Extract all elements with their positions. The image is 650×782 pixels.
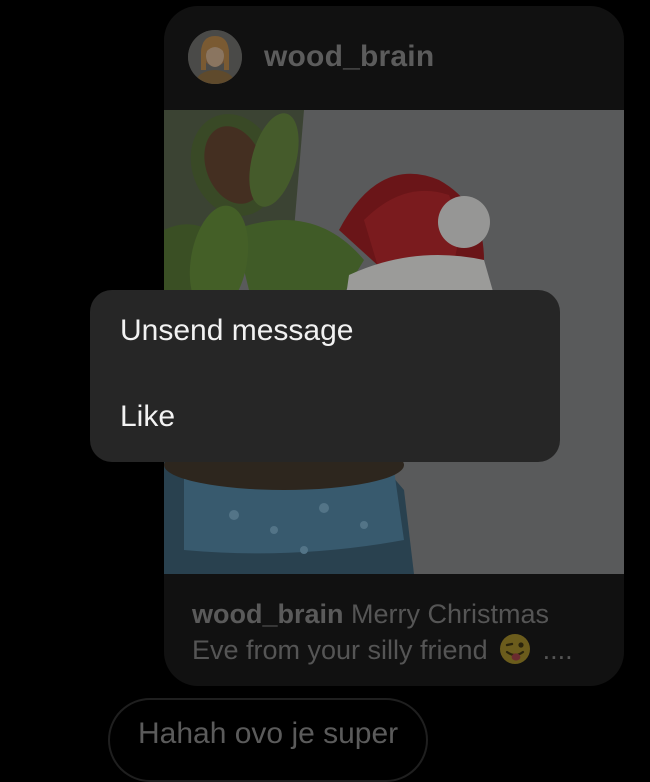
message-context-menu: Unsend message Like bbox=[90, 290, 560, 462]
post-header[interactable]: wood_brain bbox=[164, 6, 624, 110]
like-button[interactable]: Like bbox=[120, 400, 175, 434]
unsend-message-button[interactable]: Unsend message bbox=[120, 314, 353, 348]
caption-username[interactable]: wood_brain bbox=[192, 599, 344, 629]
winking-tongue-face-icon bbox=[500, 634, 531, 664]
avatar[interactable] bbox=[188, 30, 242, 84]
post-caption: wood_brain Merry Christmas Eve from your… bbox=[192, 596, 602, 668]
reply-message-bubble[interactable]: Hahah ovo je super bbox=[108, 698, 429, 782]
post-username[interactable]: wood_brain bbox=[264, 40, 434, 74]
reply-message-text: Hahah ovo je super bbox=[138, 717, 399, 750]
caption-more[interactable]: .... bbox=[543, 635, 573, 665]
